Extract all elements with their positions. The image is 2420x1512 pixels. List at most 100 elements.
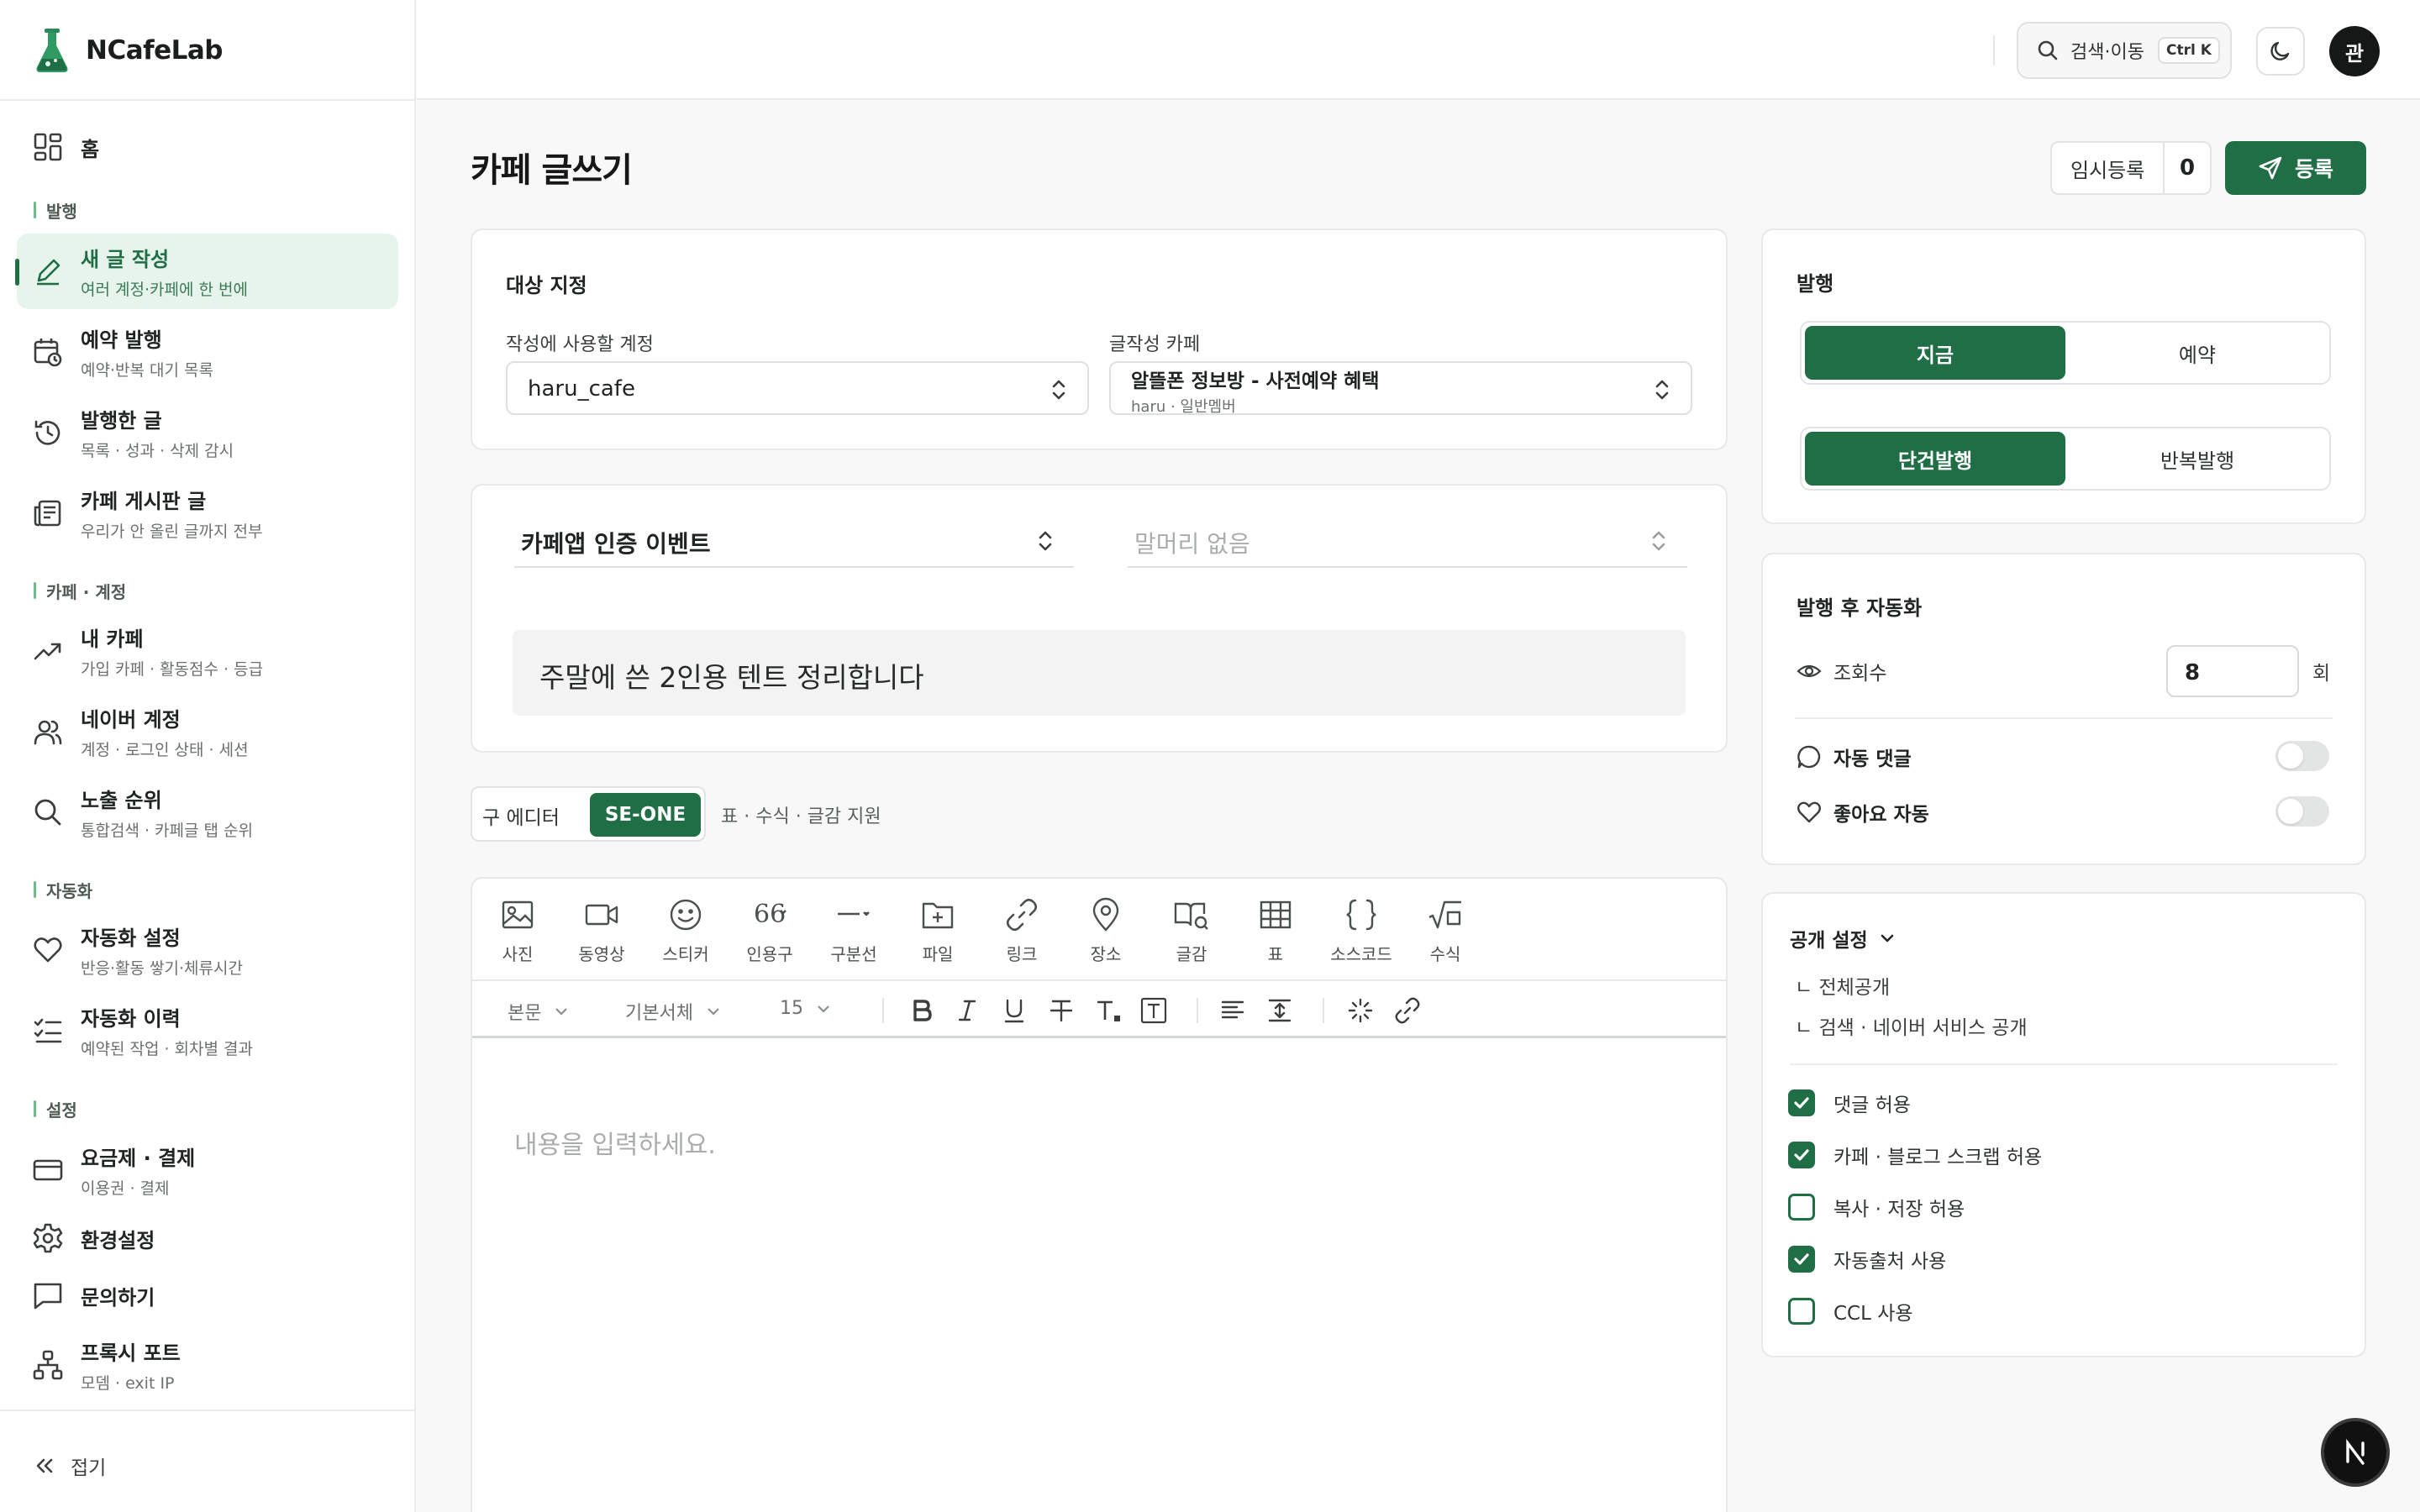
insert-photo-button[interactable]: 사진 [482, 897, 553, 965]
publish-card-title: 발행 [1797, 272, 1834, 296]
insert-sticker-button[interactable]: 스티커 [650, 897, 721, 965]
chevron-down-icon [818, 1005, 829, 1013]
sidebar-item-proxy[interactable]: 프록시 포트 모뎀 · exit IP [17, 1327, 398, 1403]
insert-video-button[interactable]: 동영상 [566, 897, 637, 965]
avatar[interactable]: 관 [2329, 26, 2380, 76]
views-input[interactable]: 8 [2166, 645, 2299, 697]
font-family-select[interactable]: 기본서체 [625, 998, 722, 1025]
checkbox[interactable] [1788, 1246, 1815, 1273]
sidebar-item-label: 환경설정 [81, 1228, 155, 1252]
option-allow-comments[interactable]: 댓글 허용 [1788, 1089, 1911, 1117]
sidebar-item-new-post[interactable]: 새 글 작성 여러 계정·카페에 한 번에 [15, 234, 398, 309]
history-icon [34, 420, 60, 445]
cafe-select[interactable]: 알뜰폰 정보방 - 사전예약 혜택 haru · 일반멤버 [1109, 361, 1692, 416]
underline-icon[interactable] [1000, 996, 1028, 1025]
insert-material-button[interactable]: 글감 [1156, 897, 1227, 965]
insert-place-button[interactable]: 장소 [1071, 897, 1141, 965]
auto-like-toggle[interactable] [2275, 796, 2329, 827]
post-title-input[interactable]: 주말에 쓴 2인용 텐트 정리합니다 [513, 630, 1686, 716]
publish-card: 발행 지금 예약 단건발행 반복발행 [1761, 228, 2366, 524]
brand-name: NCafeLab [86, 35, 224, 66]
checkbox[interactable] [1788, 1298, 1815, 1325]
sidebar-item-home[interactable]: 홈 [17, 122, 398, 172]
prefix-select[interactable]: 말머리 없음 [1128, 512, 1687, 568]
option-ccl[interactable]: CCL 사용 [1788, 1297, 1913, 1326]
italic-icon[interactable] [953, 996, 981, 1025]
sidebar-item-sub: 모뎀 · exit IP [81, 1374, 175, 1393]
sidebar-item-billing[interactable]: 요금제 · 결제 이용권 · 결제 [17, 1132, 398, 1208]
sidebar-item-published[interactable]: 발행한 글 목록 · 성과 · 삭제 감시 [17, 395, 398, 470]
publish-now-option[interactable]: 지금 [1805, 326, 2065, 380]
brand[interactable]: NCafeLab [34, 27, 224, 74]
search-button[interactable]: 검색·이동 Ctrl K [2017, 22, 2232, 79]
views-label: 조회수 [1833, 663, 1887, 685]
sidebar-item-my-cafe[interactable]: 내 카페 가입 카페 · 활동점수 · 등급 [17, 613, 398, 689]
n-logo-icon [2346, 1438, 2365, 1465]
insert-formula-button[interactable]: 수식 [1410, 897, 1481, 965]
toolbar-divider [882, 998, 884, 1023]
sidebar-item-label: 노출 순위 [81, 789, 162, 812]
framework-n-icon[interactable] [2324, 1421, 2386, 1483]
sidebar-item-naver-account[interactable]: 네이버 계정 계정 · 로그인 상태 · 세션 [17, 694, 398, 769]
image-icon [502, 900, 534, 929]
sidebar-item-board-posts[interactable]: 카페 게시판 글 우리가 안 올린 글까지 전부 [17, 475, 398, 551]
insert-divider-button[interactable]: 구분선 [818, 897, 889, 965]
option-allow-copy[interactable]: 복사 · 저장 허용 [1788, 1193, 1965, 1221]
publish-schedule-option[interactable]: 예약 [2067, 326, 2328, 380]
link-icon[interactable] [1393, 996, 1422, 1025]
credit-card-icon [33, 1159, 63, 1181]
auto-comment-label: 자동 댓글 [1833, 748, 1912, 770]
calendar-clock-icon [34, 339, 62, 367]
checkbox[interactable] [1788, 1142, 1815, 1168]
theme-toggle-button[interactable] [2256, 27, 2305, 76]
paragraph-style-select[interactable]: 본문 [508, 998, 570, 1025]
checkbox[interactable] [1788, 1194, 1815, 1221]
text-background-icon[interactable] [1139, 996, 1168, 1025]
line-height-icon[interactable] [1265, 996, 1294, 1025]
align-left-icon[interactable] [1218, 996, 1247, 1025]
account-value: haru_cafe [528, 376, 635, 402]
draft-count: 0 [2179, 155, 2196, 181]
visibility-header[interactable]: 공개 설정 [1790, 924, 1897, 953]
check-icon [1794, 1097, 1809, 1109]
map-pin-icon [1092, 897, 1119, 932]
repeat-publish-option[interactable]: 반복발행 [2067, 432, 2328, 486]
checkbox[interactable] [1788, 1089, 1815, 1116]
single-publish-option[interactable]: 단건발행 [1805, 432, 2065, 486]
draft-button[interactable]: 임시등록 0 [2050, 141, 2212, 195]
se-one-option[interactable]: SE-ONE [590, 793, 701, 837]
insert-quote-button[interactable]: 66 인용구 [734, 897, 805, 965]
option-allow-scrap[interactable]: 카페 · 블로그 스크랩 허용 [1788, 1141, 2042, 1169]
svg-text:66: 66 [754, 900, 786, 929]
board-select[interactable]: 카페앱 인증 이벤트 [514, 512, 1074, 568]
font-size-value: 15 [780, 998, 803, 1019]
sidebar-item-contact[interactable]: 문의하기 [17, 1270, 398, 1320]
clear-format-icon[interactable] [1346, 996, 1375, 1025]
bold-icon[interactable] [908, 996, 936, 1025]
insert-link-button[interactable]: 링크 [986, 897, 1057, 965]
sidebar-item-ranking[interactable]: 노출 순위 통합검색 · 카페글 탭 순위 [17, 774, 398, 850]
sidebar-item-sub: 통합검색 · 카페글 탭 순위 [81, 822, 253, 840]
sidebar-item-preferences[interactable]: 환경설정 [17, 1213, 398, 1263]
insert-file-button[interactable]: 파일 [902, 897, 973, 965]
publish-button[interactable]: 등록 [2225, 141, 2366, 195]
target-card: 대상 지정 작성에 사용할 계정 글작성 카페 haru_cafe 알뜰폰 정보… [471, 228, 1728, 450]
chevrons-up-down-icon [1655, 380, 1669, 400]
sidebar-item-automation-settings[interactable]: 자동화 설정 반응·활동 쌓기·체류시간 [17, 912, 398, 988]
sidebar-item-scheduled[interactable]: 예약 발행 예약·반복 대기 목록 [17, 314, 398, 390]
tool-label: 소스코드 [1330, 944, 1392, 964]
strikethrough-icon[interactable] [1047, 996, 1076, 1025]
insert-code-button[interactable]: 소스코드 [1326, 897, 1397, 965]
sidebar-item-sub: 가입 카페 · 활동점수 · 등급 [81, 660, 264, 679]
sidebar-item-automation-history[interactable]: 자동화 이력 예약된 작업 · 회차별 결과 [17, 993, 398, 1068]
font-size-select[interactable]: 15 [780, 998, 832, 1019]
account-select[interactable]: haru_cafe [506, 361, 1089, 415]
text-color-icon[interactable] [1094, 996, 1123, 1025]
old-editor-option[interactable]: 구 에디터 [482, 801, 560, 830]
editor-placeholder[interactable]: 내용을 입력하세요. [514, 1124, 716, 1161]
insert-table-button[interactable]: 표 [1240, 897, 1311, 965]
auto-comment-toggle[interactable] [2275, 741, 2329, 771]
list-checks-icon [34, 1018, 62, 1043]
option-auto-source[interactable]: 자동출처 사용 [1788, 1245, 1946, 1273]
collapse-sidebar-button[interactable]: 접기 [34, 1452, 106, 1480]
